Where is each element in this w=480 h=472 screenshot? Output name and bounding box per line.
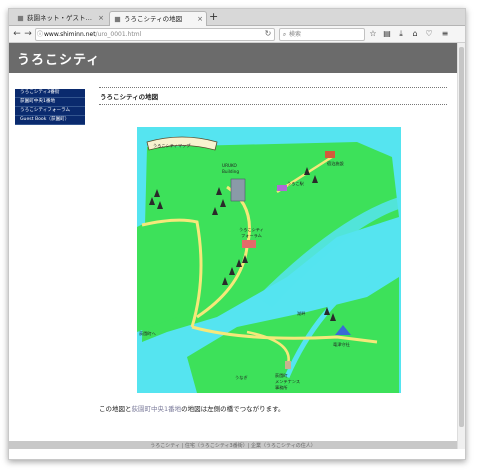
search-icon: ⌕ <box>282 31 287 38</box>
sidebar-nav: うろこシティ3番街 荻園町中央1番地 うろこシティフォーラム Guest Boo… <box>15 89 85 125</box>
divider <box>99 104 447 105</box>
divider <box>99 87 447 88</box>
map-label-maint: 荻園町 <box>275 372 288 379</box>
scrollbar-thumb[interactable] <box>459 47 464 427</box>
map-label-shrine: 竜津守社 <box>333 341 350 348</box>
main-content: うろこシティの地図 うろこシティマップ URUKO Building うろこシテ… <box>99 87 447 413</box>
url-path: /uro_0001.html <box>95 31 142 38</box>
inn-icon <box>325 151 335 158</box>
tab-close-icon[interactable]: × <box>197 12 203 26</box>
pocket-icon[interactable]: ♡ <box>423 28 435 40</box>
map-label-lake: 湖畔 <box>297 310 305 317</box>
map-caption: この地図と荻園町中央1番地の地図は左側の橋でつながります。 <box>99 403 285 413</box>
reload-icon[interactable]: ↻ <box>263 28 273 39</box>
page-favicon-icon <box>114 16 121 22</box>
tab-close-icon[interactable]: × <box>98 11 104 25</box>
page-favicon-icon <box>17 15 24 21</box>
site-title: うろこシティ <box>17 53 101 68</box>
building-icon <box>230 178 246 202</box>
page-viewport: うろこシティ うろこシティ3番街 荻園町中央1番地 うろこシティフォーラム Gu… <box>9 43 457 449</box>
site-info-icon[interactable]: ⓘ <box>36 29 44 40</box>
tab-title: うろこシティの地図 <box>124 15 183 23</box>
tab-guestbook[interactable]: 荻園ネット・ゲスト… × <box>13 11 107 25</box>
sidebar-item-guestbook[interactable]: Guest Book（荻園町） <box>15 116 85 125</box>
vertical-scrollbar[interactable] <box>457 43 465 449</box>
tab-strip: 荻園ネット・ゲスト… × うろこシティの地図 × + <box>9 9 465 26</box>
url-host: www.shiminn.net <box>44 31 96 38</box>
caption-link[interactable]: 荻園町中央1番地 <box>132 405 182 413</box>
page-heading: うろこシティの地図 <box>100 93 159 101</box>
menu-icon[interactable]: ≡ <box>439 28 451 40</box>
download-icon[interactable]: ⤓ <box>395 28 407 40</box>
browser-window: 荻園ネット・ゲスト… × うろこシティの地図 × + ← → ⓘwww.shim… <box>8 8 466 460</box>
maintenance-icon <box>285 361 291 369</box>
map-label-inn: 宿泊施設 <box>327 160 345 167</box>
address-bar[interactable]: ⓘwww.shiminn.net/uro_0001.html <box>35 28 275 41</box>
forward-arrow-icon[interactable]: → <box>22 28 34 40</box>
tab-title: 荻園ネット・ゲスト… <box>27 14 92 22</box>
new-tab-button[interactable]: + <box>209 10 218 24</box>
tab-uroko-map[interactable]: うろこシティの地図 × <box>109 11 207 26</box>
map-label-maint-3: 事務所 <box>275 384 288 391</box>
search-placeholder: 検索 <box>289 31 302 38</box>
search-input[interactable]: ⌕ 検索 <box>279 28 365 41</box>
map-label-eel: うなぎ <box>235 374 248 381</box>
caption-text-after: の地図は左側の橋でつながります。 <box>181 405 285 413</box>
city-map-image: うろこシティマップ URUKO Building うろこシティ フォーラム うろ… <box>137 127 401 393</box>
bookmark-star-icon[interactable]: ☆ <box>367 28 379 40</box>
map-label-building: URUKO <box>222 163 238 168</box>
sidebar-item-ogizono-chuo[interactable]: 荻園町中央1番地 <box>15 98 85 107</box>
page-footer: うろこシティ | 住宅（うろこシティ3番街）| 企業（うろこシティの住人） <box>9 441 457 449</box>
map-label-bridge: 荻園町へ <box>139 330 156 337</box>
caption-text-before: この地図と <box>99 405 132 413</box>
sidebar-item-uroko-forum[interactable]: うろこシティフォーラム <box>15 107 85 116</box>
map-label-building-2: Building <box>222 169 239 174</box>
home-icon[interactable]: ⌂ <box>409 28 421 40</box>
forum-icon <box>242 240 256 248</box>
site-banner: うろこシティ <box>9 43 457 73</box>
navigation-toolbar: ← → ⓘwww.shiminn.net/uro_0001.html ↻ ⌕ 検索… <box>9 26 465 43</box>
sidebar-item-uroko-3[interactable]: うろこシティ3番街 <box>15 89 85 98</box>
reading-list-icon[interactable]: ▤ <box>381 28 393 40</box>
station-icon <box>277 185 287 191</box>
